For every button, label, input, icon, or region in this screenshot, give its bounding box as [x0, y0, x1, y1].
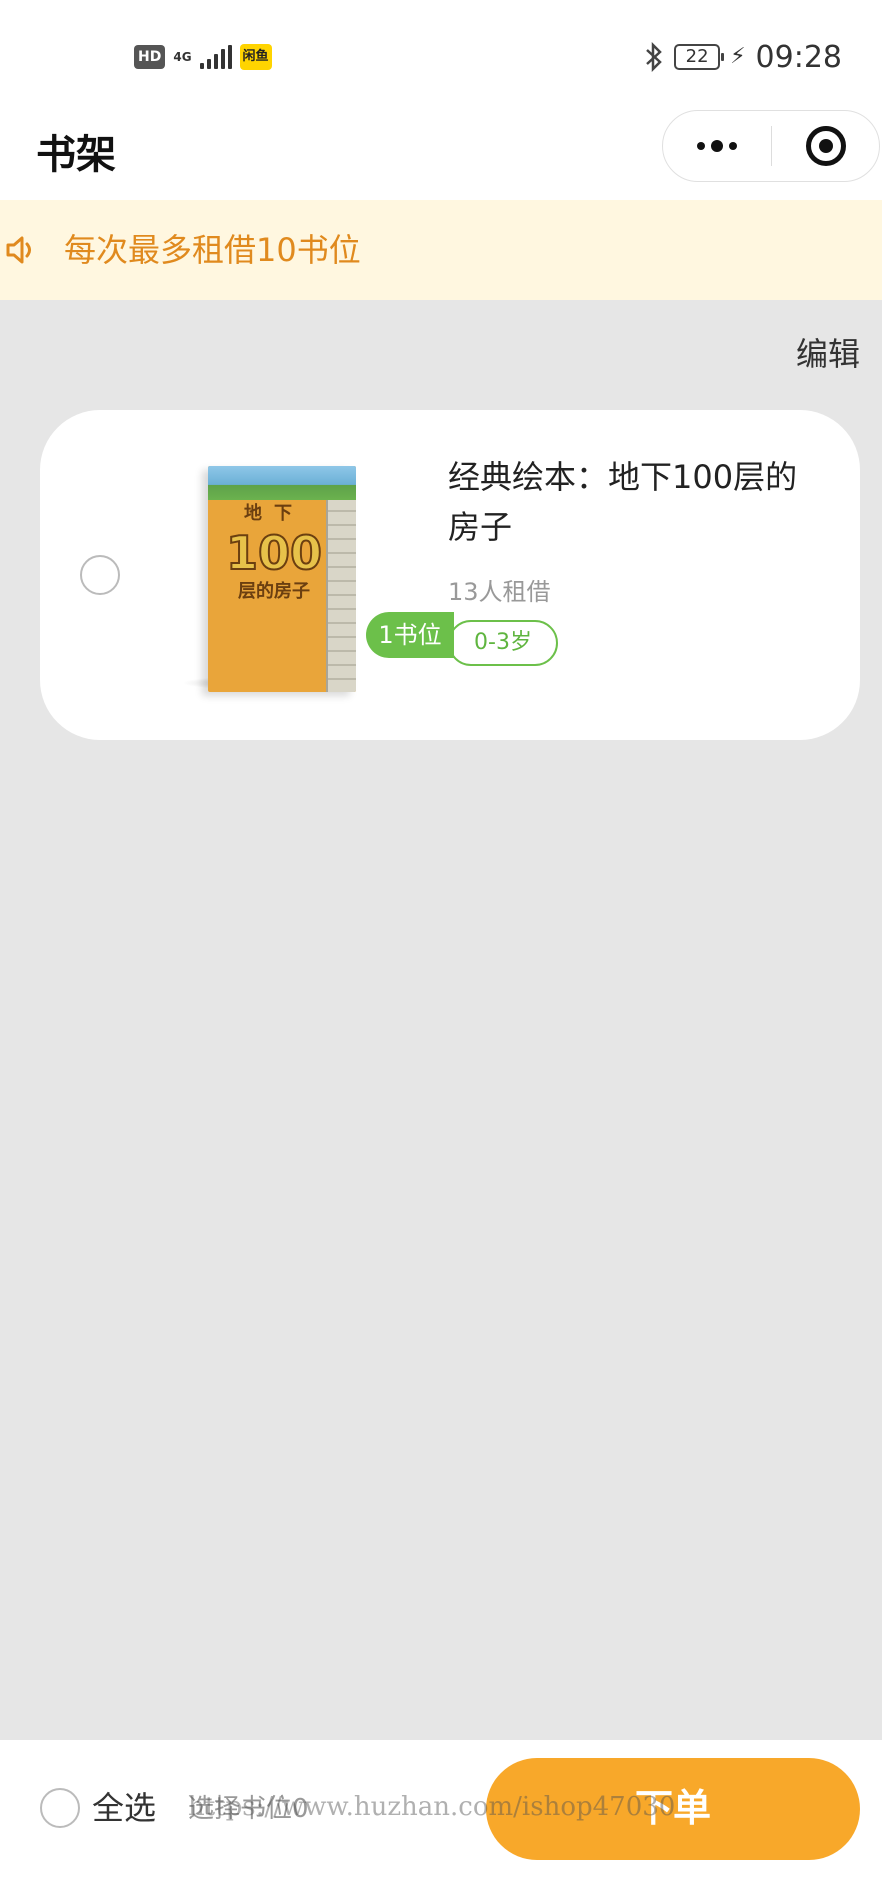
network-type-label: 4G	[173, 50, 192, 64]
page-title: 书架	[36, 132, 116, 178]
signal-icon	[199, 45, 232, 69]
select-all-label[interactable]: 全选	[92, 1788, 156, 1828]
slot-badge: 1书位	[366, 612, 454, 658]
book-cover-image: 地下 100 层的房子	[208, 466, 356, 692]
battery-icon: 22	[674, 44, 725, 70]
status-bar: HD 4G 闲鱼 22 ⚡ 09:28	[0, 0, 882, 110]
watermark-text: https://www.huzhan.com/ishop47030	[188, 1792, 676, 1822]
cover-text-line2: 100	[225, 525, 323, 581]
speaker-icon	[6, 236, 31, 264]
select-all-radio[interactable]	[40, 1788, 80, 1828]
cover-text-line3: 层的房子	[238, 581, 310, 602]
xianyu-app-icon: 闲鱼	[239, 44, 272, 70]
mini-program-capsule	[662, 110, 880, 182]
bottom-bar: 全选 选择书位0 下单 https://www.huzhan.com/ishop…	[0, 1740, 882, 1882]
notice-text: 每次最多租借10书位	[64, 231, 361, 269]
close-mini-program-button[interactable]	[772, 111, 879, 181]
age-tag: 0-3岁	[448, 620, 558, 666]
target-icon	[805, 126, 846, 166]
book-select-radio[interactable]	[80, 555, 120, 595]
more-options-button[interactable]	[663, 111, 771, 181]
status-time: 09:28	[755, 39, 842, 75]
hd-icon: HD	[134, 45, 166, 69]
edit-button[interactable]: 编辑	[796, 334, 860, 374]
cover-text-line1: 地下	[244, 503, 304, 524]
status-right-icons: 22 ⚡ 09:28	[644, 38, 842, 76]
bluetooth-icon	[644, 42, 664, 72]
borrow-count: 13人租借	[448, 578, 551, 606]
book-card[interactable]: 地下 100 层的房子 1书位 经典绘本：地下100层的房子 13人租借 0-3…	[40, 410, 860, 740]
book-cover[interactable]: 地下 100 层的房子 1书位	[168, 458, 454, 698]
status-left-icons: HD 4G 闲鱼	[134, 42, 272, 72]
nav-bar: 书架	[0, 110, 882, 200]
charging-icon: ⚡	[730, 44, 746, 69]
notice-bar: 每次最多租借10书位	[0, 200, 882, 300]
book-title[interactable]: 经典绘本：地下100层的房子	[448, 452, 828, 552]
